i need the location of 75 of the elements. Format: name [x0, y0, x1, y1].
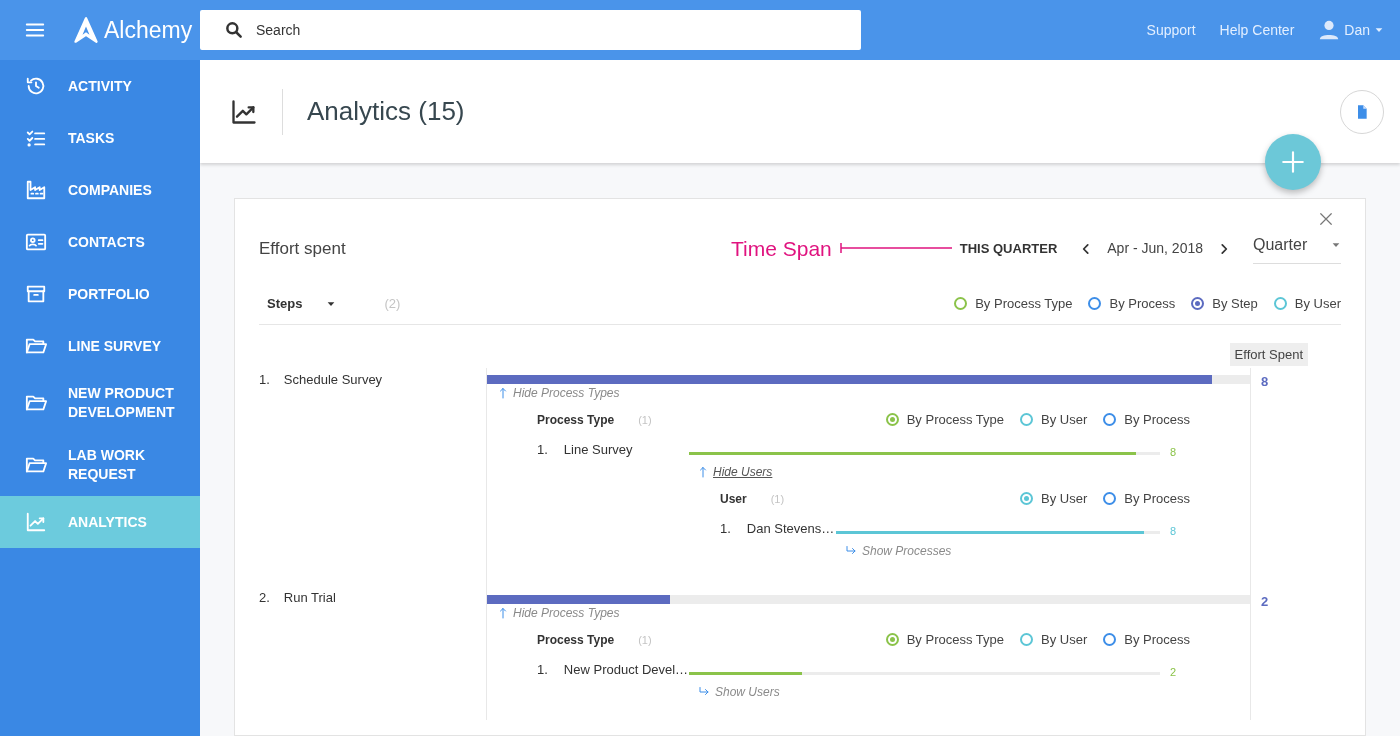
- bar-value: 8: [1170, 524, 1177, 537]
- item-number: 1.: [259, 371, 270, 390]
- header-link[interactable]: Support: [1146, 19, 1196, 41]
- time-span-label: THIS QUARTER: [959, 239, 1058, 258]
- item-name: Schedule Survey: [283, 371, 383, 390]
- item-count: (1): [770, 491, 785, 507]
- radio-option[interactable]: By Process Type: [885, 630, 1004, 650]
- radio-option[interactable]: By Process: [1088, 294, 1176, 314]
- group-dropdown[interactable]: Steps: [267, 294, 337, 314]
- column-header: Effort Spent: [1229, 342, 1308, 367]
- bar-value: 8: [1261, 374, 1269, 390]
- collapse-arrow-icon: [497, 387, 509, 400]
- plus-icon: [1280, 149, 1306, 175]
- caret-icon: [1374, 25, 1384, 35]
- history-icon: [25, 75, 47, 97]
- user-avatar-icon: [1318, 19, 1341, 41]
- item-number: 1.: [537, 660, 548, 679]
- item-name: New Product Devel…: [563, 660, 689, 679]
- radio-option[interactable]: By Process Type: [954, 294, 1073, 314]
- user-menu[interactable]: Dan: [1344, 19, 1370, 41]
- logo-mark-icon: [72, 16, 100, 44]
- collapse-arrow-icon: [497, 607, 509, 620]
- contact-card-icon: [25, 231, 47, 253]
- search-field[interactable]: Search: [200, 10, 861, 50]
- radio-option[interactable]: By User: [1020, 630, 1088, 650]
- toggle-link[interactable]: Hide Users: [697, 463, 773, 482]
- toggle-link[interactable]: Show Users: [697, 683, 780, 702]
- sidebar-item[interactable]: LINE SURVEY: [0, 320, 200, 372]
- radio-option[interactable]: By User: [1020, 410, 1088, 430]
- collapse-arrow-icon: [697, 466, 709, 479]
- radio-option[interactable]: By User: [1273, 294, 1341, 314]
- sidebar-item[interactable]: PORTFOLIO: [0, 268, 200, 320]
- sidebar-item[interactable]: CONTACTS: [0, 216, 200, 268]
- sidebar-item[interactable]: NEW PRODUCT DEVELOPMENT: [0, 372, 200, 434]
- toggle-link[interactable]: Hide Process Types: [497, 384, 620, 403]
- document-button[interactable]: [1340, 89, 1384, 134]
- radio-option[interactable]: By Process: [1103, 630, 1190, 650]
- radio-option[interactable]: By Process: [1103, 489, 1190, 509]
- bar-value: 2: [1170, 665, 1177, 678]
- trend-chart-icon: [230, 97, 258, 126]
- item-number: 2.: [259, 589, 270, 608]
- trend-chart-icon: [25, 511, 47, 533]
- radio-option[interactable]: By User: [1020, 489, 1088, 509]
- item-count: (2): [384, 295, 401, 314]
- group-label: Process Type: [537, 411, 615, 429]
- radio-option[interactable]: By Step: [1191, 294, 1258, 314]
- header-link[interactable]: Help Center: [1219, 19, 1295, 41]
- group-label: User: [720, 490, 747, 508]
- item-name: Run Trial: [283, 589, 336, 608]
- archive-box-icon: [25, 283, 47, 305]
- date-range: Apr - Jun, 2018: [1107, 238, 1203, 258]
- item-name: Line Survey: [563, 440, 633, 459]
- toggle-link[interactable]: Hide Process Types: [497, 604, 620, 623]
- period-dropdown[interactable]: Quarter: [1253, 232, 1341, 264]
- item-name: Dan Stevens…: [746, 519, 835, 538]
- logo-text: Alchemy: [104, 15, 193, 45]
- toggle-link[interactable]: Show Processes: [844, 542, 952, 561]
- sidebar-item[interactable]: TASKS: [0, 112, 200, 164]
- sidebar-item[interactable]: ANALYTICS: [0, 496, 200, 548]
- item-count: (1): [638, 412, 652, 428]
- item-count: (1): [638, 632, 652, 648]
- group-label: Process Type: [537, 631, 615, 649]
- item-number: 1.: [537, 440, 548, 459]
- sidebar-item[interactable]: ACTIVITY: [0, 60, 200, 112]
- sidebar-item[interactable]: LAB WORK REQUEST: [0, 434, 200, 496]
- factory-icon: [25, 179, 47, 201]
- annotation-label: Time Span: [731, 235, 832, 262]
- radio-option[interactable]: By Process: [1103, 410, 1190, 430]
- radio-option[interactable]: By Process Type: [885, 410, 1004, 430]
- page-title: Analytics (15): [307, 95, 465, 128]
- sidebar-item[interactable]: COMPANIES: [0, 164, 200, 216]
- item-number: 1.: [720, 519, 731, 538]
- bar-value: 2: [1261, 594, 1269, 610]
- card-title: Effort spent: [259, 237, 346, 260]
- bar-value: 8: [1170, 445, 1177, 458]
